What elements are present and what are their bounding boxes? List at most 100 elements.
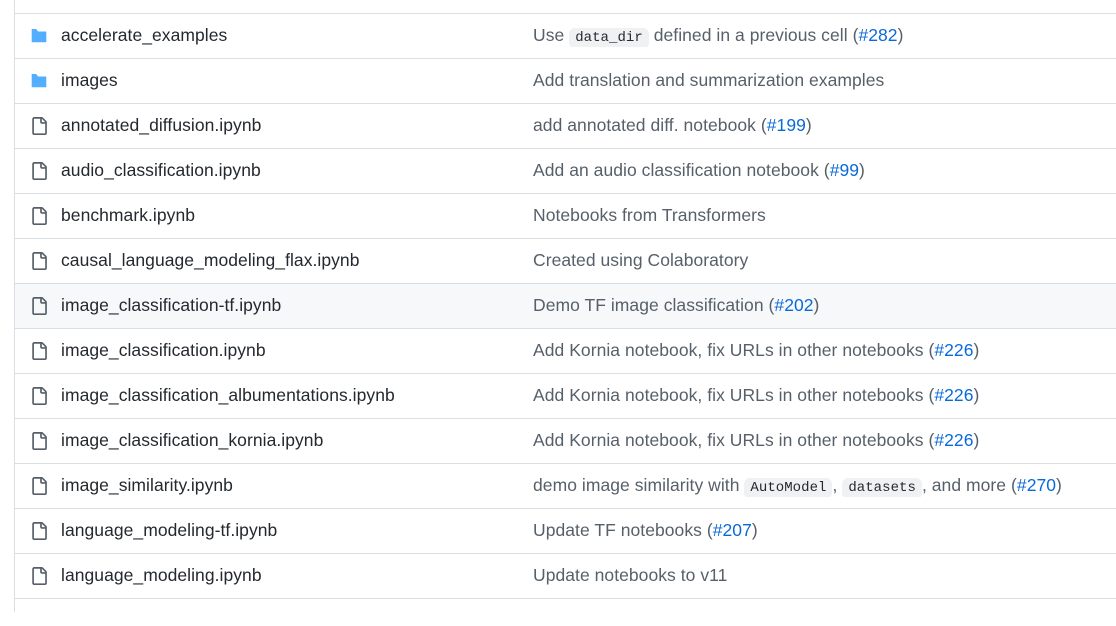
file-listing-table: accelerate_examples Use data_dir defined … bbox=[14, 0, 1116, 612]
table-row[interactable]: causal_language_modeling_flax.ipynb Creat… bbox=[15, 239, 1116, 284]
table-row[interactable]: language_modeling.ipynb Update notebooks … bbox=[15, 554, 1116, 599]
table-row[interactable]: image_similarity.ipynb demo image similar… bbox=[15, 464, 1116, 509]
file-name-link[interactable]: causal_language_modeling_flax.ipynb bbox=[61, 250, 360, 270]
commit-message: Add Kornia notebook, fix URLs in other n… bbox=[533, 430, 979, 450]
commit-message-cell: add annotated diff. notebook (#199) bbox=[533, 115, 1116, 137]
file-icon bbox=[15, 297, 61, 315]
message-text: defined in a previous cell bbox=[648, 24, 853, 45]
file-name-link[interactable]: audio_classification.ipynb bbox=[61, 160, 261, 180]
file-name-cell: annotated_diffusion.ipynb bbox=[61, 115, 533, 137]
issue-reference-link[interactable]: #99 bbox=[830, 160, 859, 180]
message-paren: ) bbox=[805, 115, 812, 136]
commit-message-cell: Update TF notebooks (#207) bbox=[533, 520, 1116, 542]
file-name-link[interactable]: image_classification-tf.ipynb bbox=[61, 295, 281, 315]
table-row[interactable]: audio_classification.ipynb Add an audio c… bbox=[15, 149, 1116, 194]
table-row[interactable]: image_classification-tf.ipynb Demo TF ima… bbox=[15, 284, 1116, 329]
repo-file-browser: accelerate_examples Use data_dir defined … bbox=[0, 0, 1116, 626]
file-name-cell: audio_classification.ipynb bbox=[61, 160, 533, 182]
file-name-link[interactable]: image_classification_albumentations.ipyn… bbox=[61, 385, 395, 405]
message-text: demo image similarity with bbox=[533, 474, 745, 495]
commit-message: Notebooks from Transformers bbox=[533, 205, 766, 225]
message-text: Demo TF image classification bbox=[533, 295, 769, 316]
issue-reference-link[interactable]: #207 bbox=[713, 520, 752, 540]
message-paren: ) bbox=[1056, 474, 1062, 495]
message-text: , and more bbox=[921, 474, 1012, 495]
message-text: Add an audio classification notebook bbox=[533, 160, 824, 181]
commit-message: Demo TF image classification (#202) bbox=[533, 295, 819, 315]
file-icon bbox=[15, 432, 61, 450]
table-row[interactable]: language_modeling-tf.ipynb Update TF note… bbox=[15, 509, 1116, 554]
folder-icon bbox=[15, 72, 61, 90]
file-name-cell: image_classification.ipynb bbox=[61, 340, 533, 362]
message-paren: ) bbox=[973, 385, 980, 406]
file-icon bbox=[15, 342, 61, 360]
file-name-link[interactable]: accelerate_examples bbox=[61, 25, 227, 45]
file-name-link[interactable]: annotated_diffusion.ipynb bbox=[61, 115, 261, 135]
file-name-link[interactable]: image_classification.ipynb bbox=[61, 340, 266, 360]
table-top-edge bbox=[15, 0, 1116, 14]
message-text: Add Kornia notebook, fix URLs in other n… bbox=[533, 430, 929, 451]
inline-code-chip: datasets bbox=[842, 477, 922, 498]
issue-reference-link[interactable]: #226 bbox=[934, 385, 973, 405]
table-bottom-edge bbox=[15, 599, 1116, 612]
table-row[interactable]: image_classification.ipynb Add Kornia not… bbox=[15, 329, 1116, 374]
commit-message: Add Kornia notebook, fix URLs in other n… bbox=[533, 385, 979, 405]
commit-message-cell: Update notebooks to v11 bbox=[533, 565, 1116, 587]
file-name-link[interactable]: image_classification_kornia.ipynb bbox=[61, 430, 323, 450]
file-icon bbox=[15, 477, 61, 495]
file-icon bbox=[15, 162, 61, 180]
commit-message-cell: Add Kornia notebook, fix URLs in other n… bbox=[533, 430, 1116, 452]
file-name-cell: causal_language_modeling_flax.ipynb bbox=[61, 250, 533, 272]
commit-message-cell: Add Kornia notebook, fix URLs in other n… bbox=[533, 385, 1116, 407]
issue-reference-link[interactable]: #270 bbox=[1017, 475, 1056, 495]
issue-reference-link[interactable]: #226 bbox=[934, 430, 973, 450]
commit-message: Use data_dir defined in a previous cell … bbox=[533, 24, 904, 48]
file-icon bbox=[15, 207, 61, 225]
message-paren: ) bbox=[859, 160, 865, 181]
message-paren: ) bbox=[751, 520, 758, 541]
table-row[interactable]: image_classification_albumentations.ipyn… bbox=[15, 374, 1116, 419]
message-paren: ) bbox=[973, 430, 980, 451]
file-name-cell: language_modeling.ipynb bbox=[61, 565, 533, 587]
file-name-link[interactable]: images bbox=[61, 70, 118, 90]
file-icon bbox=[15, 387, 61, 405]
file-name-cell: image_classification-tf.ipynb bbox=[61, 295, 533, 317]
folder-icon bbox=[15, 27, 61, 45]
file-name-cell: image_similarity.ipynb bbox=[61, 475, 533, 497]
message-text: Add Kornia notebook, fix URLs in other n… bbox=[533, 385, 929, 406]
message-text: Add translation and summarization exampl… bbox=[533, 70, 885, 91]
message-text: Update notebooks to v11 bbox=[533, 565, 728, 586]
issue-reference-link[interactable]: #226 bbox=[934, 340, 973, 360]
message-paren: ) bbox=[897, 24, 904, 45]
table-row[interactable]: images Add translation and summarization … bbox=[15, 59, 1116, 104]
commit-message: add annotated diff. notebook (#199) bbox=[533, 115, 812, 135]
commit-message-cell: Created using Colaboratory bbox=[533, 250, 1116, 272]
file-icon bbox=[15, 117, 61, 135]
issue-reference-link[interactable]: #202 bbox=[774, 295, 813, 315]
commit-message: Created using Colaboratory bbox=[533, 250, 748, 270]
table-row[interactable]: image_classification_kornia.ipynb Add Kor… bbox=[15, 419, 1116, 464]
commit-message-cell: Add translation and summarization exampl… bbox=[533, 70, 1116, 92]
file-name-link[interactable]: image_similarity.ipynb bbox=[61, 475, 233, 495]
message-paren: ) bbox=[813, 295, 820, 316]
message-paren: ) bbox=[973, 340, 980, 361]
file-icon bbox=[15, 522, 61, 540]
commit-message-cell: Add an audio classification notebook (#9… bbox=[533, 160, 1116, 182]
commit-message-cell: Use data_dir defined in a previous cell … bbox=[533, 25, 1116, 48]
commit-message: Add an audio classification notebook (#9… bbox=[533, 160, 865, 180]
message-text: Notebooks from Transformers bbox=[533, 205, 766, 226]
file-name-cell: images bbox=[61, 70, 533, 92]
message-text: Created using Colaboratory bbox=[533, 250, 749, 271]
commit-message: Add translation and summarization exampl… bbox=[533, 70, 884, 90]
issue-reference-link[interactable]: #282 bbox=[858, 25, 897, 45]
file-name-cell: accelerate_examples bbox=[61, 25, 533, 47]
file-name-link[interactable]: language_modeling-tf.ipynb bbox=[61, 520, 277, 540]
table-row[interactable]: benchmark.ipynb Notebooks from Transforme… bbox=[15, 194, 1116, 239]
table-row[interactable]: annotated_diffusion.ipynb add annotated d… bbox=[15, 104, 1116, 149]
table-row[interactable]: accelerate_examples Use data_dir defined … bbox=[15, 14, 1116, 59]
issue-reference-link[interactable]: #199 bbox=[767, 115, 806, 135]
file-icon bbox=[15, 252, 61, 270]
file-name-link[interactable]: language_modeling.ipynb bbox=[61, 565, 262, 585]
message-text: Update TF notebooks bbox=[533, 520, 707, 541]
file-name-link[interactable]: benchmark.ipynb bbox=[61, 205, 195, 225]
